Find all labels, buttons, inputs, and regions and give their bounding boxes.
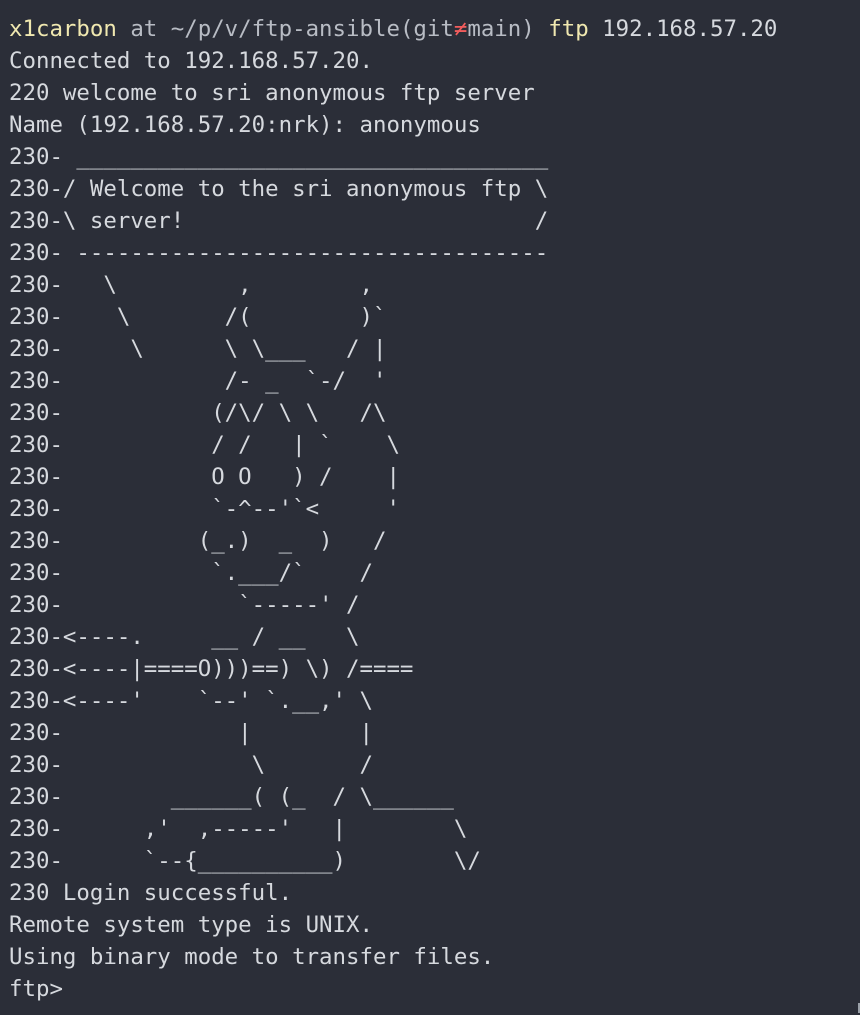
prompt-at: at — [116, 16, 171, 42]
output-line: 220 welcome to sri anonymous ftp server — [9, 80, 535, 106]
git-dirty-icon: ≠ — [453, 16, 468, 42]
ascii-art-line: 230- `-^--'`< ' — [9, 496, 400, 522]
system-type-line: Remote system type is UNIX. — [9, 912, 373, 938]
ascii-art-line: 230- `.___/` / — [9, 560, 373, 586]
banner-line: 230- ___________________________________ — [9, 144, 549, 170]
ascii-art-line: 230- /- _ `-/ ' — [9, 368, 387, 394]
ftp-prompt[interactable]: ftp> — [9, 973, 860, 1005]
prompt-command: ftp — [534, 16, 589, 42]
ascii-art-line: 230- ______( (_ / \______ — [9, 784, 454, 810]
shell-prompt-line: x1carbon at ~/p/v/ftp-ansible(git≠main) … — [9, 13, 860, 45]
terminal-window[interactable]: x1carbon at ~/p/v/ftp-ansible(git≠main) … — [0, 0, 860, 1015]
prompt-git-branch: main) — [467, 16, 535, 42]
ascii-art-line: 230-<----' `--' `.__,' \ — [9, 688, 373, 714]
ascii-art-line: 230- \ / — [9, 752, 373, 778]
ascii-art-line: 230- ,' ,-----' | \ — [9, 816, 468, 842]
prompt-git-open: (git — [399, 16, 454, 42]
login-status-line: 230 Login successful. — [9, 880, 293, 906]
transfer-mode-line: Using binary mode to transfer files. — [9, 944, 495, 970]
output-line: Name (192.168.57.20:nrk): anonymous — [9, 112, 481, 138]
ascii-art-line: 230- `-----' / — [9, 592, 360, 618]
ascii-art-line: 230-<----. __ / __ \ — [9, 624, 360, 650]
ascii-art-line: 230- (_.) _ ) / — [9, 528, 387, 554]
banner-line: 230-\ server! / — [9, 208, 549, 234]
prompt-path: ~/p/v/ftp-ansible — [170, 16, 400, 42]
banner-line: 230- ----------------------------------- — [9, 240, 549, 266]
ascii-art-line: 230- | | — [9, 720, 373, 746]
ascii-art-line: 230- `--{__________) \/ — [9, 848, 481, 874]
ascii-art-line: 230- / / | ` \ — [9, 432, 400, 458]
banner-line: 230-/ Welcome to the sri anonymous ftp \ — [9, 176, 549, 202]
ascii-art-line: 230-<----|====O)))==) \) /==== — [9, 656, 414, 682]
prompt-argument: 192.168.57.20 — [588, 16, 778, 42]
ascii-art-line: 230- \ \ \___ / | — [9, 336, 387, 362]
ascii-art-line: 230- \ , , — [9, 272, 373, 298]
prompt-host: x1carbon — [9, 16, 117, 42]
ascii-art-line: 230- O O ) / | — [9, 464, 400, 490]
ascii-art-line: 230- (/\/ \ \ /\ — [9, 400, 387, 426]
output-line: Connected to 192.168.57.20. — [9, 48, 373, 74]
ascii-art-line: 230- \ /( )` — [9, 304, 387, 330]
